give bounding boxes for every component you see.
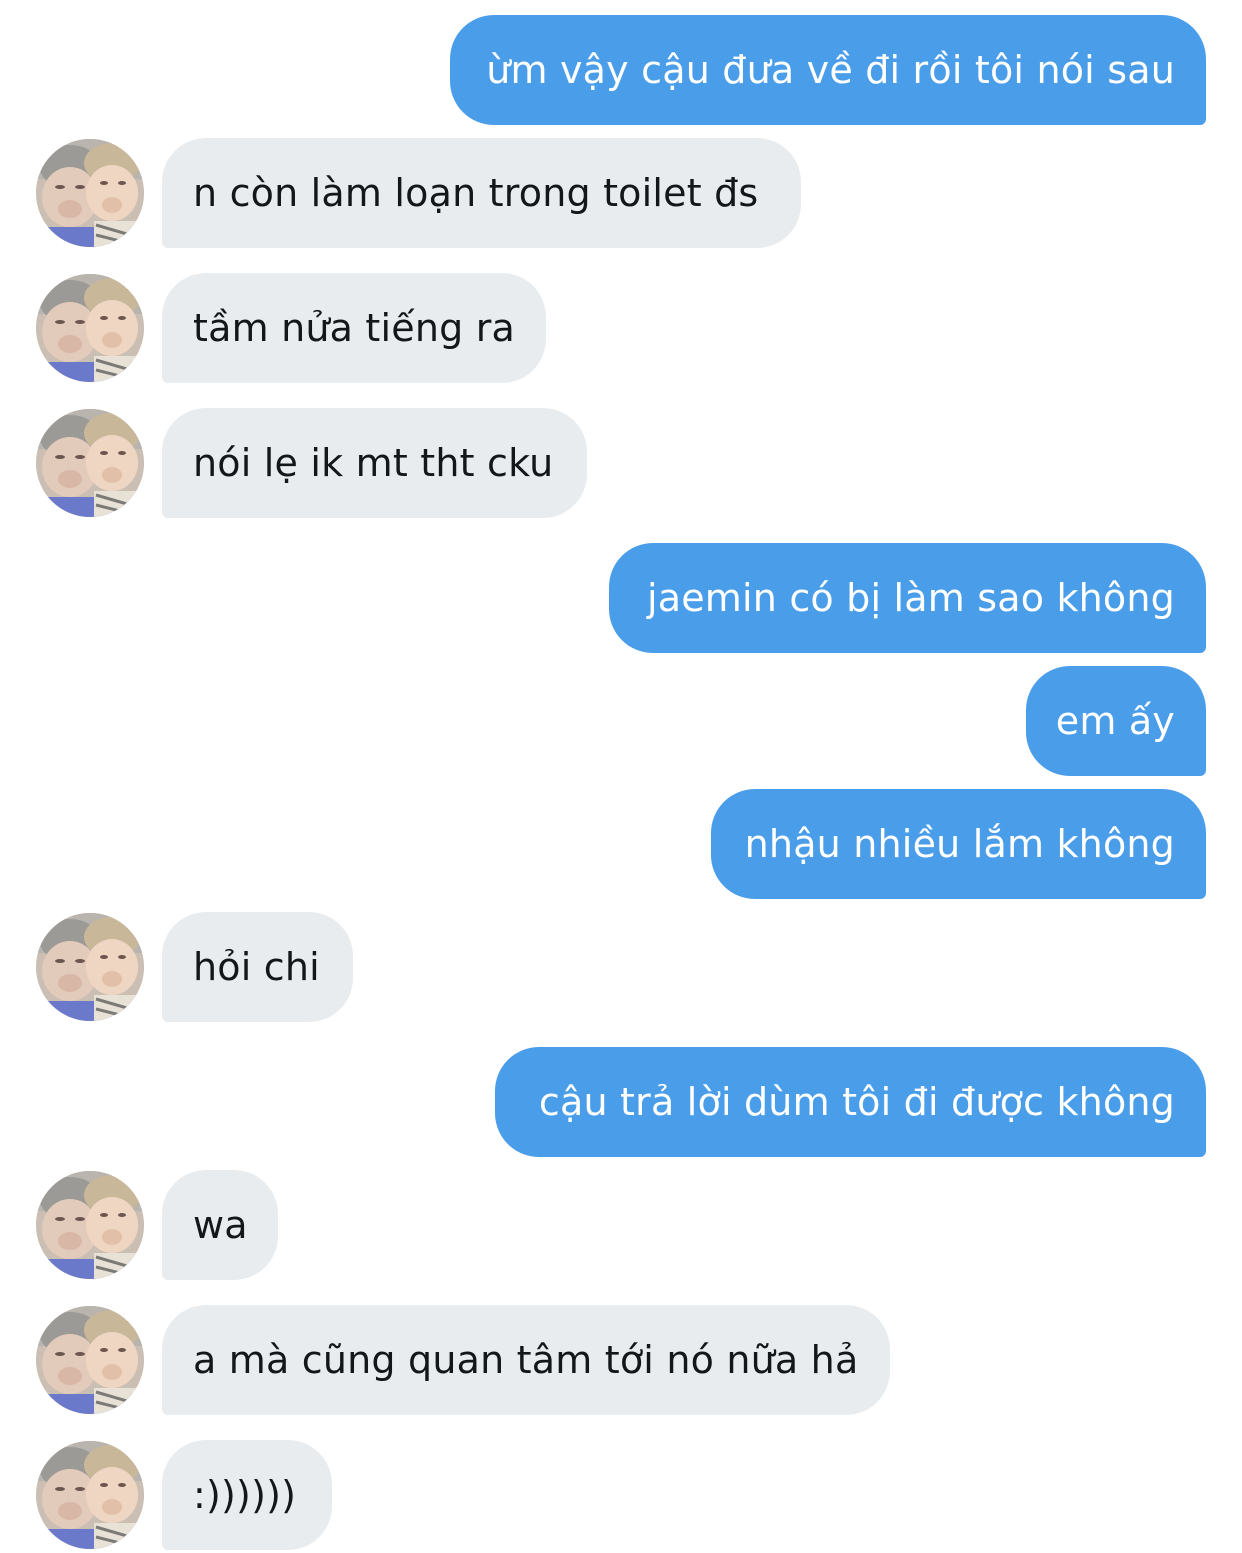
message-row-received: hỏi chi	[162, 912, 353, 1022]
message-thread: ừm vậy cậu đưa về đi rồi tôi nói sau n c…	[0, 0, 1242, 1553]
message-row-sent: jaemin có bị làm sao không	[609, 543, 1206, 653]
sent-message-bubble[interactable]: em ấy	[1026, 666, 1206, 776]
contact-avatar[interactable]	[36, 1306, 144, 1414]
received-message-bubble[interactable]: tầm nửa tiếng ra	[162, 273, 546, 383]
sent-message-bubble[interactable]: nhậu nhiều lắm không	[711, 789, 1206, 899]
message-text: n còn làm loạn trong toilet đs	[193, 171, 759, 215]
message-row-sent: nhậu nhiều lắm không	[711, 789, 1206, 899]
message-text: cậu trả lời dùm tôi đi được không	[538, 1080, 1175, 1124]
message-row-sent: em ấy	[1026, 666, 1206, 776]
message-row-received: n còn làm loạn trong toilet đs	[162, 138, 801, 248]
received-message-bubble[interactable]: hỏi chi	[162, 912, 353, 1022]
received-message-bubble[interactable]: a mà cũng quan tâm tới nó nữa hả	[162, 1305, 890, 1415]
message-text: tầm nửa tiếng ra	[193, 306, 516, 350]
message-text: jaemin có bị làm sao không	[646, 576, 1175, 620]
message-text: hỏi chi	[193, 945, 320, 989]
sent-message-bubble[interactable]: cậu trả lời dùm tôi đi được không	[495, 1047, 1206, 1157]
message-row-sent: cậu trả lời dùm tôi đi được không	[495, 1047, 1206, 1157]
message-text: nhậu nhiều lắm không	[744, 822, 1175, 866]
contact-avatar[interactable]	[36, 139, 144, 247]
sent-message-bubble[interactable]: ừm vậy cậu đưa về đi rồi tôi nói sau	[450, 15, 1206, 125]
received-message-bubble[interactable]: :))))))	[162, 1440, 332, 1550]
contact-avatar[interactable]	[36, 274, 144, 382]
message-row-received: :))))))	[162, 1440, 332, 1550]
message-text: a mà cũng quan tâm tới nó nữa hả	[193, 1338, 859, 1382]
contact-avatar[interactable]	[36, 913, 144, 1021]
message-row-received: nói lẹ ik mt tht cku	[162, 408, 587, 518]
message-text: em ấy	[1055, 699, 1175, 743]
message-row-received: wa	[162, 1170, 278, 1280]
received-message-bubble[interactable]: wa	[162, 1170, 278, 1280]
message-text: nói lẹ ik mt tht cku	[193, 441, 554, 485]
message-text: ừm vậy cậu đưa về đi rồi tôi nói sau	[486, 48, 1175, 92]
contact-avatar[interactable]	[36, 409, 144, 517]
message-text: :))))))	[193, 1473, 297, 1517]
received-message-bubble[interactable]: nói lẹ ik mt tht cku	[162, 408, 587, 518]
received-message-bubble[interactable]: n còn làm loạn trong toilet đs	[162, 138, 801, 248]
message-row-received: tầm nửa tiếng ra	[162, 273, 546, 383]
message-row-sent: ừm vậy cậu đưa về đi rồi tôi nói sau	[450, 15, 1206, 125]
message-text: wa	[193, 1203, 248, 1247]
contact-avatar[interactable]	[36, 1441, 144, 1549]
sent-message-bubble[interactable]: jaemin có bị làm sao không	[609, 543, 1206, 653]
contact-avatar[interactable]	[36, 1171, 144, 1279]
message-row-received: a mà cũng quan tâm tới nó nữa hả	[162, 1305, 890, 1415]
